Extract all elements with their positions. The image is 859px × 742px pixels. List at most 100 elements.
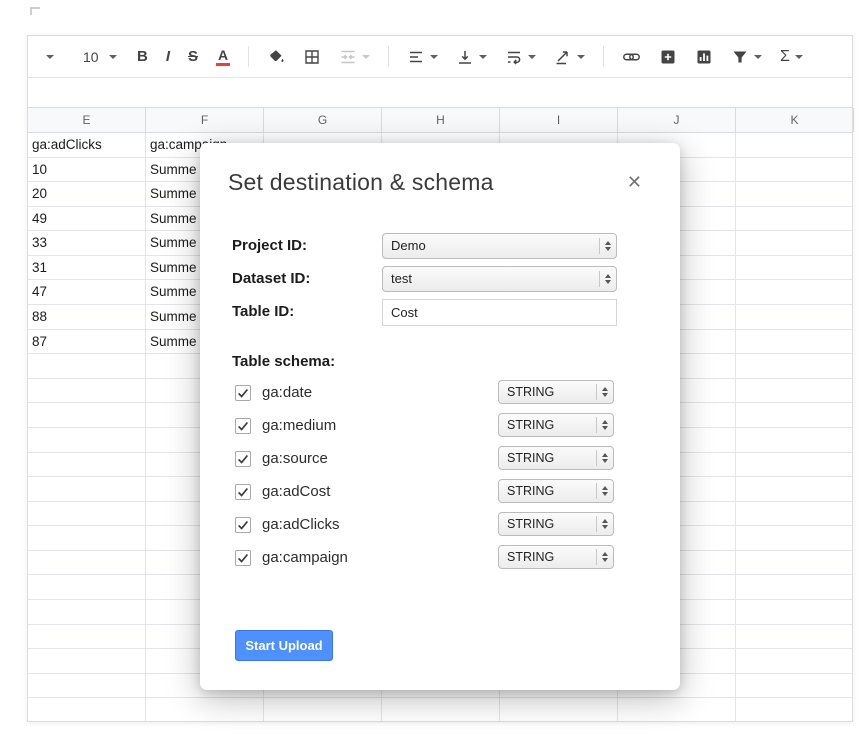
column-header-f[interactable]: F: [146, 108, 264, 132]
sheet-cell[interactable]: [736, 379, 852, 403]
toolbar-more-dropdown[interactable]: [44, 43, 56, 71]
sheet-cell[interactable]: [28, 698, 146, 721]
toolbar: 10 B I S A: [28, 36, 852, 78]
sheet-cell[interactable]: [736, 698, 852, 721]
sheet-cell[interactable]: [28, 600, 146, 624]
sheet-cell[interactable]: [28, 428, 146, 452]
checkbox-checked[interactable]: [235, 550, 251, 566]
sheet-cell[interactable]: [736, 182, 852, 206]
sheet-cell[interactable]: 31: [28, 256, 146, 280]
sheet-cell[interactable]: [736, 551, 852, 575]
schema-type-select[interactable]: STRING: [498, 545, 614, 569]
checkbox-checked[interactable]: [235, 484, 251, 500]
sheet-cell[interactable]: [28, 379, 146, 403]
sheet-cell[interactable]: 20: [28, 182, 146, 206]
checkbox-checked[interactable]: [235, 385, 251, 401]
sheet-cell[interactable]: [736, 305, 852, 329]
sheet-cell[interactable]: [736, 158, 852, 182]
sheet-cell[interactable]: [28, 526, 146, 550]
checkbox-checked[interactable]: [235, 418, 251, 434]
filter-button[interactable]: [728, 43, 765, 71]
sheet-cell[interactable]: [146, 698, 264, 721]
borders-button[interactable]: [300, 43, 324, 71]
sheet-cell[interactable]: [736, 453, 852, 477]
font-size-select[interactable]: 10: [78, 43, 122, 71]
checkbox-checked[interactable]: [235, 451, 251, 467]
sheet-cell[interactable]: [736, 477, 852, 501]
schema-type-select[interactable]: STRING: [498, 446, 614, 470]
text-color-button[interactable]: A: [213, 43, 233, 71]
sheet-cell[interactable]: ga:adClicks: [28, 133, 146, 157]
italic-button[interactable]: I: [163, 43, 173, 71]
sheet-cell[interactable]: [28, 625, 146, 649]
project-id-select[interactable]: Demo: [382, 233, 617, 259]
sheet-cell[interactable]: [736, 354, 852, 378]
dialog-set-destination-schema: Set destination & schema ✕ Project ID: D…: [200, 143, 680, 690]
checkbox-checked[interactable]: [235, 517, 251, 533]
sheet-cell[interactable]: [736, 428, 852, 452]
schema-type-select[interactable]: STRING: [498, 413, 614, 437]
sheet-cell[interactable]: 49: [28, 207, 146, 231]
sheet-cell[interactable]: [264, 698, 382, 721]
column-header-h[interactable]: H: [382, 108, 500, 132]
text-rotation-button[interactable]: [551, 43, 588, 71]
sheet-cell[interactable]: [736, 502, 852, 526]
sheet-cell[interactable]: [736, 280, 852, 304]
column-header-k[interactable]: K: [736, 108, 854, 132]
sheet-cell[interactable]: [28, 502, 146, 526]
sheet-cell[interactable]: 10: [28, 158, 146, 182]
sheet-cell[interactable]: 87: [28, 330, 146, 354]
sheet-cell[interactable]: 33: [28, 231, 146, 255]
fill-color-button[interactable]: [264, 43, 288, 71]
strikethrough-button[interactable]: S: [185, 43, 201, 71]
sheet-cell[interactable]: [736, 207, 852, 231]
column-header-e[interactable]: E: [28, 108, 146, 132]
horizontal-align-button[interactable]: [404, 43, 441, 71]
sheet-cell[interactable]: [736, 403, 852, 427]
sheet-cell[interactable]: [28, 453, 146, 477]
start-upload-button[interactable]: Start Upload: [235, 630, 333, 661]
text-wrap-button[interactable]: [502, 43, 539, 71]
close-icon[interactable]: ✕: [627, 173, 642, 191]
sheet-cell[interactable]: [382, 698, 500, 721]
dataset-id-select[interactable]: test: [382, 266, 617, 292]
insert-link-button[interactable]: [619, 43, 644, 71]
sheet-cell[interactable]: [736, 330, 852, 354]
sheet-cell[interactable]: [736, 674, 852, 698]
sheet-cell[interactable]: [500, 698, 618, 721]
sheet-cell[interactable]: [736, 625, 852, 649]
sheet-cell[interactable]: [28, 649, 146, 673]
sheet-cell[interactable]: 47: [28, 280, 146, 304]
sheet-cell[interactable]: [28, 354, 146, 378]
bold-button[interactable]: B: [134, 43, 151, 71]
dataset-id-value: test: [383, 267, 616, 291]
sheet-cell[interactable]: [736, 575, 852, 599]
sheet-cell[interactable]: [28, 403, 146, 427]
column-header-g[interactable]: G: [264, 108, 382, 132]
sheet-cell[interactable]: [28, 477, 146, 501]
column-header-i[interactable]: I: [500, 108, 618, 132]
vertical-align-button[interactable]: [453, 43, 490, 71]
sheet-cell[interactable]: [618, 698, 736, 721]
sheet-cell[interactable]: [28, 575, 146, 599]
table-id-input[interactable]: Cost: [382, 299, 617, 326]
schema-type-select[interactable]: STRING: [498, 479, 614, 503]
schema-type-select[interactable]: STRING: [498, 512, 614, 536]
sheet-cell[interactable]: [736, 231, 852, 255]
sheet-cell[interactable]: [736, 600, 852, 624]
schema-type-select[interactable]: STRING: [498, 380, 614, 404]
insert-comment-button[interactable]: [656, 43, 680, 71]
sheet-cell[interactable]: [736, 133, 852, 157]
schema-field-label: ga:adCost: [262, 483, 330, 500]
sheet-cell[interactable]: [736, 649, 852, 673]
sheet-cell[interactable]: [736, 256, 852, 280]
functions-button[interactable]: Σ: [777, 43, 806, 71]
sheet-cell[interactable]: [736, 526, 852, 550]
column-header-j[interactable]: J: [618, 108, 736, 132]
sheet-cell[interactable]: [28, 674, 146, 698]
insert-chart-button[interactable]: [692, 43, 716, 71]
merge-cells-button[interactable]: [336, 43, 373, 71]
select-spinner-icon: [599, 271, 611, 287]
sheet-cell[interactable]: 88: [28, 305, 146, 329]
sheet-cell[interactable]: [28, 551, 146, 575]
